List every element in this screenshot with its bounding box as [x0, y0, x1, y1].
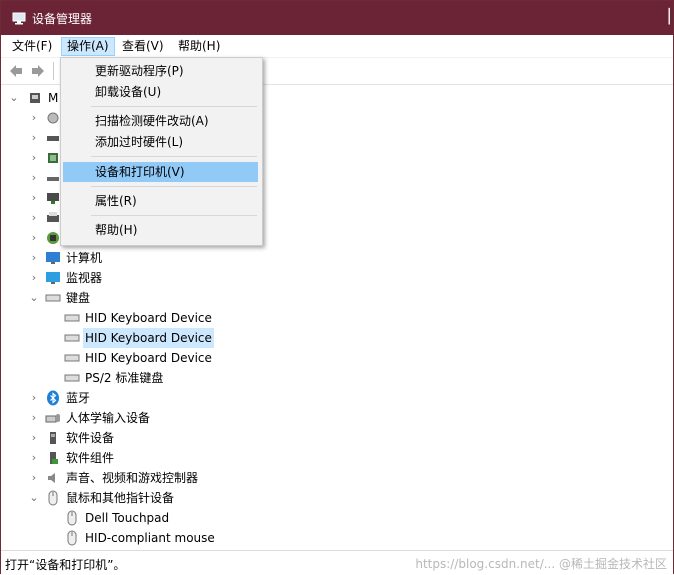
expand-chevron-icon[interactable]: ›	[29, 448, 39, 468]
device-label: Dell Touchpad	[85, 511, 170, 525]
mouse-icon	[67, 530, 77, 546]
collapse-chevron-icon[interactable]: ⌄	[29, 288, 39, 308]
expand-chevron-icon[interactable]: ›	[29, 148, 39, 168]
software-component-icon	[50, 452, 58, 464]
menu-view[interactable]: 查看(V)	[117, 38, 169, 55]
menu-item-label: 扫描检测硬件改动(A)	[95, 114, 209, 128]
menu-separator	[91, 186, 257, 187]
device-label: HID-compliant mouse	[85, 531, 215, 545]
expand-chevron-icon[interactable]: ›	[29, 208, 39, 228]
status-bar: 打开“设备和打印机”。 https://blog.csdn.net/... @稀…	[1, 550, 673, 575]
processor-icon	[47, 232, 59, 244]
menu-separator	[91, 215, 257, 216]
menu-item-add-legacy-hardware[interactable]: 添加过时硬件(L)	[63, 132, 258, 152]
menu-file[interactable]: 文件(F)	[7, 38, 57, 55]
menu-item-devices-and-printers[interactable]: 设备和打印机(V)	[63, 162, 258, 182]
menu-item-label: 卸载设备(U)	[95, 85, 162, 99]
forward-arrow-icon[interactable]	[30, 63, 46, 79]
window-control[interactable]: ▕	[659, 9, 670, 25]
category-label: 声音、视频和游戏控制器	[66, 471, 199, 485]
keyboard-icon	[45, 294, 61, 302]
mouse-icon	[48, 490, 58, 506]
expand-chevron-icon[interactable]: ›	[29, 168, 39, 188]
expand-chevron-icon[interactable]: ›	[29, 228, 39, 248]
window-title: 设备管理器	[32, 12, 93, 26]
monitor-icon	[46, 272, 60, 284]
keyboard-icon	[64, 334, 80, 342]
chip-icon	[48, 153, 58, 163]
device-manager-window: 设备管理器 ▕ 文件(F) 操作(A) 查看(V) 帮助(H) ⌄ M › › …	[0, 0, 674, 575]
mouse-icon	[67, 510, 77, 526]
category-label: 键盘	[66, 291, 91, 305]
device-label: HID Keyboard Device	[83, 328, 214, 348]
expand-chevron-icon[interactable]: ›	[29, 408, 39, 428]
root-label: M	[48, 91, 59, 105]
toolbar-separator	[53, 62, 54, 80]
menu-item-scan-hardware[interactable]: 扫描检测硬件改动(A)	[63, 111, 258, 131]
category-label: 蓝牙	[66, 391, 91, 405]
expand-chevron-icon[interactable]: ›	[29, 428, 39, 448]
speaker-icon	[48, 473, 55, 483]
device-manager-icon	[12, 12, 26, 25]
bluetooth-icon	[47, 390, 59, 406]
menu-item-help[interactable]: 帮助(H)	[63, 220, 258, 240]
watermark: https://blog.csdn.net/... @稀土掘金技术社区	[415, 557, 667, 571]
keyboard-icon	[64, 354, 80, 362]
category-label: 人体学输入设备	[66, 411, 151, 425]
expand-chevron-icon[interactable]: ›	[29, 248, 39, 268]
status-text: 打开“设备和打印机”。	[5, 558, 126, 572]
category-label: 软件设备	[66, 431, 115, 445]
drive-icon	[47, 136, 59, 141]
category-label: 计算机	[66, 251, 103, 265]
keyboard-icon	[64, 314, 80, 322]
menu-help[interactable]: 帮助(H)	[173, 38, 225, 55]
collapse-chevron-icon[interactable]: ⌄	[29, 488, 39, 508]
expand-chevron-icon[interactable]: ›	[29, 188, 39, 208]
device-label: HID Keyboard Device	[85, 311, 212, 325]
menu-item-label: 设备和打印机(V)	[95, 165, 185, 179]
collapse-chevron-icon[interactable]: ⌄	[9, 88, 19, 108]
menu-bar: 文件(F) 操作(A) 查看(V) 帮助(H)	[1, 35, 673, 57]
expand-chevron-icon[interactable]: ›	[29, 108, 39, 128]
menu-item-label: 添加过时硬件(L)	[95, 135, 184, 149]
network-icon	[47, 193, 59, 204]
menu-separator	[91, 156, 257, 157]
keyboard-icon	[64, 374, 80, 382]
computer-root-icon	[30, 93, 40, 103]
action-menu: 更新驱动程序(P) 卸载设备(U) 扫描检测硬件改动(A) 添加过时硬件(L) …	[60, 57, 263, 246]
menu-separator	[91, 106, 257, 107]
category-label: 监视器	[66, 271, 103, 285]
category-label: 鼠标和其他指针设备	[66, 491, 175, 505]
menu-action[interactable]: 操作(A)	[61, 37, 115, 56]
device-label: HID Keyboard Device	[85, 351, 212, 365]
disk-icon	[47, 112, 59, 124]
software-device-icon	[50, 432, 56, 444]
hid-icon	[45, 414, 60, 423]
expand-chevron-icon[interactable]: ›	[29, 268, 39, 288]
menu-item-label: 属性(R)	[95, 194, 137, 208]
menu-item-update-driver[interactable]: 更新驱动程序(P)	[63, 61, 258, 81]
expand-chevron-icon[interactable]: ›	[29, 388, 39, 408]
printer-queue-icon	[47, 212, 59, 222]
menu-item-uninstall-device[interactable]: 卸载设备(U)	[63, 82, 258, 102]
expand-chevron-icon[interactable]: ›	[29, 468, 39, 488]
title-bar[interactable]: 设备管理器 ▕	[1, 1, 673, 35]
back-arrow-icon[interactable]	[8, 63, 24, 79]
menu-item-label: 更新驱动程序(P)	[95, 64, 184, 78]
expand-chevron-icon[interactable]: ›	[29, 128, 39, 148]
menu-item-label: 帮助(H)	[95, 223, 138, 237]
drive-icon	[47, 177, 59, 181]
menu-item-properties[interactable]: 属性(R)	[63, 191, 258, 211]
category-label: 软件组件	[66, 451, 115, 465]
monitor-icon	[46, 252, 60, 264]
device-label: PS/2 标准键盘	[85, 371, 164, 385]
